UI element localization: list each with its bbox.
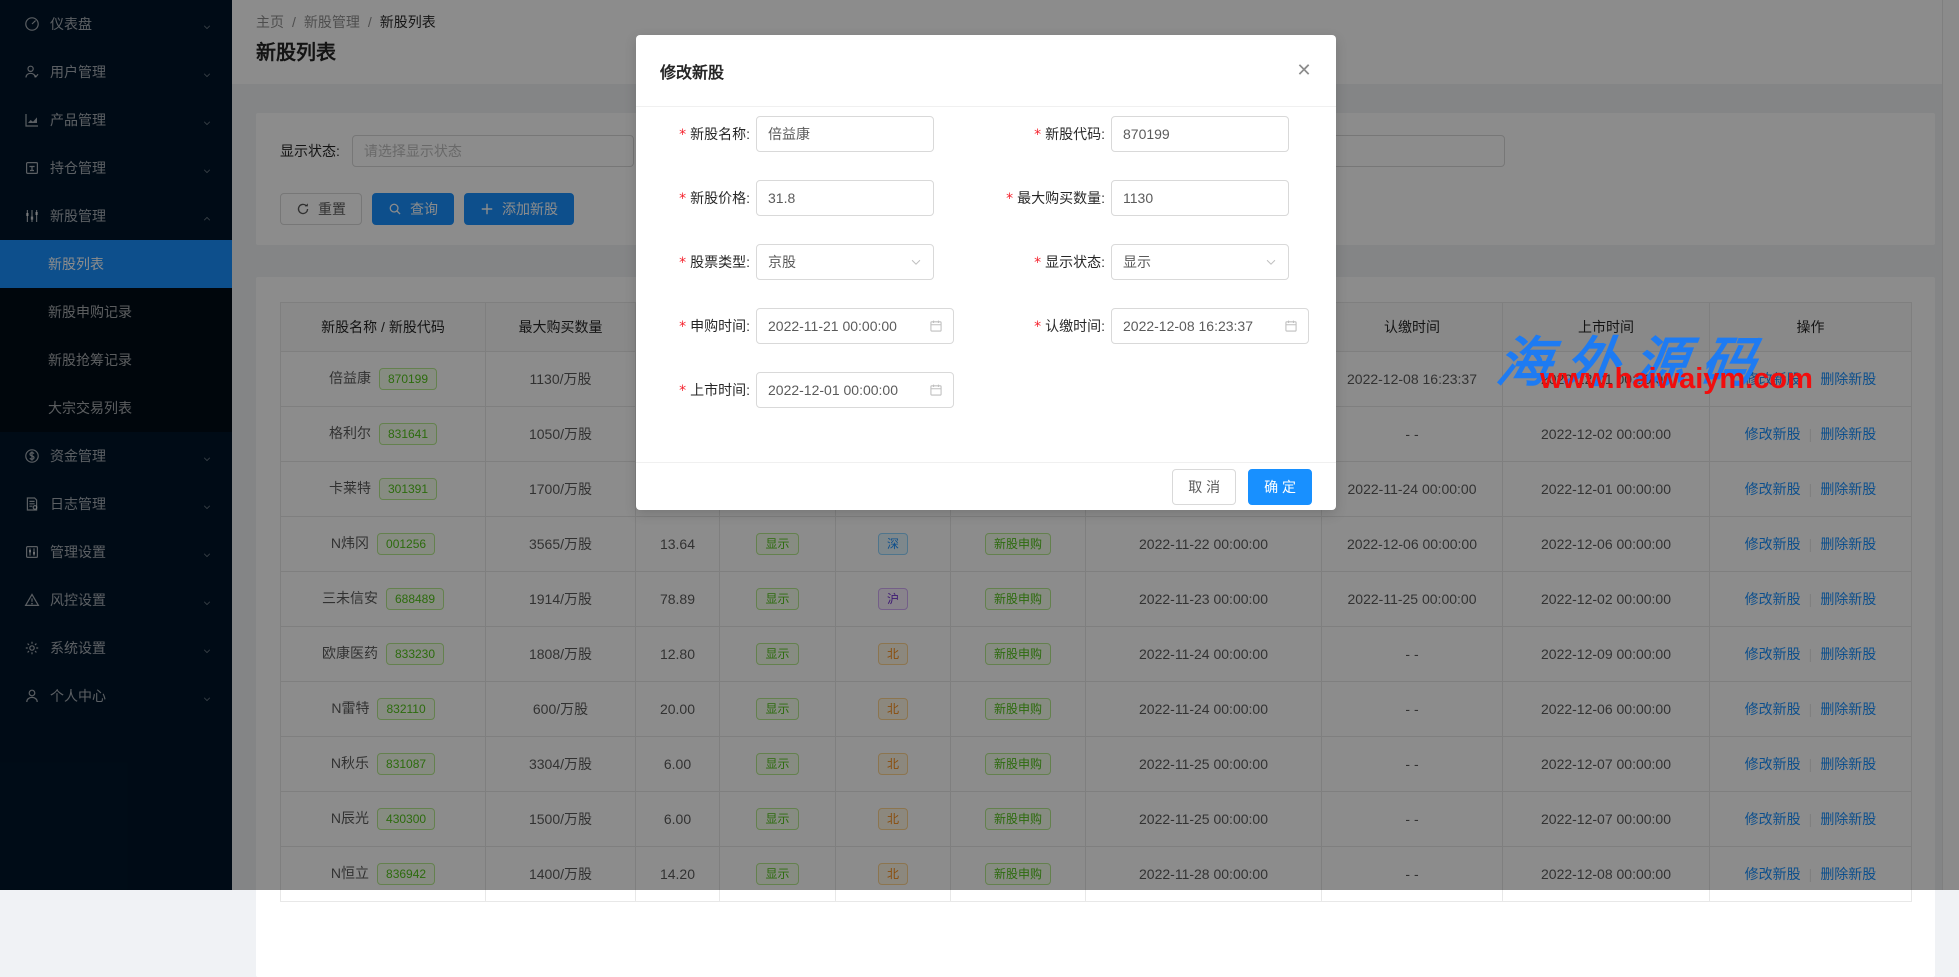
calendar-icon [929, 319, 943, 333]
field-value: 显示 [1123, 252, 1151, 272]
field-label: *上市时间: [660, 380, 750, 400]
required-asterisk: * [1034, 319, 1041, 335]
modal-header: 修改新股 ✕ [636, 35, 1336, 107]
chevron-down-icon [909, 255, 923, 269]
required-asterisk: * [679, 383, 686, 399]
modal-title: 修改新股 [660, 59, 724, 83]
required-asterisk: * [679, 255, 686, 271]
input-新股代码[interactable]: 870199 [1111, 116, 1289, 152]
field-value: 2022-12-01 00:00:00 [768, 382, 898, 398]
datepicker-申购时间[interactable]: 2022-11-21 00:00:00 [756, 308, 954, 344]
modal-form-row: *上市时间: 2022-12-01 00:00:00 [636, 372, 1336, 408]
modal-form-row: *新股价格: 31.8 *最大购买数量: 1130 [636, 180, 1336, 216]
modal-form-row: *新股名称: 倍益康 *新股代码: 870199 [636, 116, 1336, 152]
field-label: *申购时间: [660, 316, 750, 336]
field-label: *显示状态: [992, 252, 1105, 272]
field-value: 870199 [1123, 126, 1170, 142]
modal-body: *新股名称: 倍益康 *新股代码: 870199 *新股价格: 31.8 *最大购买数量: 1… [636, 107, 1336, 408]
field-value: 2022-11-21 00:00:00 [768, 318, 897, 334]
select-显示状态[interactable]: 显示 [1111, 244, 1289, 280]
required-asterisk: * [679, 319, 686, 335]
required-asterisk: * [1034, 255, 1041, 271]
field-value: 倍益康 [768, 124, 810, 144]
datepicker-认缴时间[interactable]: 2022-12-08 16:23:37 [1111, 308, 1309, 344]
edit-stock-modal: 修改新股 ✕ *新股名称: 倍益康 *新股代码: 870199 *新股价格: 31.8 *最… [636, 35, 1336, 510]
ok-button[interactable]: 确 定 [1248, 469, 1312, 505]
modal-form-row: *申购时间: 2022-11-21 00:00:00 *认缴时间: 2022-12-0… [636, 308, 1336, 344]
chevron-down-icon [1264, 255, 1278, 269]
calendar-icon [929, 383, 943, 397]
field-label: *新股名称: [660, 124, 750, 144]
calendar-icon [1284, 319, 1298, 333]
required-asterisk: * [1034, 127, 1041, 143]
field-label: *股票类型: [660, 252, 750, 272]
field-value: 京股 [768, 252, 796, 272]
required-asterisk: * [1006, 191, 1013, 207]
close-icon[interactable]: ✕ [1294, 61, 1314, 81]
input-新股价格[interactable]: 31.8 [756, 180, 934, 216]
input-最大购买数量[interactable]: 1130 [1111, 180, 1289, 216]
required-asterisk: * [679, 191, 686, 207]
field-value: 31.8 [768, 190, 795, 206]
datepicker-上市时间[interactable]: 2022-12-01 00:00:00 [756, 372, 954, 408]
input-新股名称[interactable]: 倍益康 [756, 116, 934, 152]
cancel-button[interactable]: 取 消 [1172, 469, 1236, 505]
select-股票类型[interactable]: 京股 [756, 244, 934, 280]
required-asterisk: * [679, 127, 686, 143]
field-value: 2022-12-08 16:23:37 [1123, 318, 1253, 334]
field-value: 1130 [1123, 190, 1153, 206]
modal-form-row: *股票类型: 京股 *显示状态: 显示 [636, 244, 1336, 280]
field-label: *新股价格: [660, 188, 750, 208]
field-label: *新股代码: [992, 124, 1105, 144]
modal-footer: 取 消 确 定 [636, 462, 1336, 510]
field-label: *最大购买数量: [992, 188, 1105, 208]
field-label: *认缴时间: [992, 316, 1105, 336]
